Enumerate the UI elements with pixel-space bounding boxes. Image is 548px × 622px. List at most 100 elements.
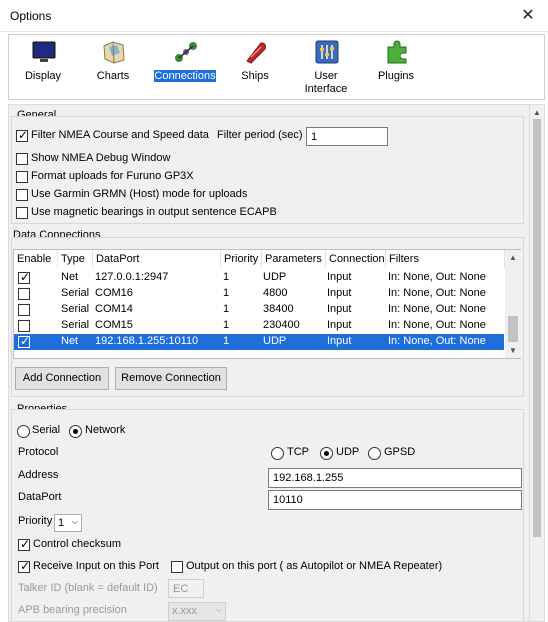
user-interface-icon — [315, 40, 339, 64]
filter-nmea-label: Filter NMEA Course and Speed data — [31, 129, 209, 141]
column-header[interactable]: Type — [58, 250, 93, 268]
enable-checkbox[interactable] — [18, 270, 30, 284]
type-cell: Net — [61, 271, 79, 283]
gpsd-label: GPSD — [384, 446, 416, 458]
receive-input-checkbox[interactable] — [18, 559, 30, 573]
apb-precision-select[interactable]: x.xxx ⌵ — [168, 602, 226, 621]
magnetic-checkbox[interactable] — [16, 207, 28, 219]
type-cell: Net — [61, 335, 79, 347]
table-row[interactable]: Net 127.0.0.1:2947 1 UDP Input In: None,… — [14, 270, 504, 286]
show-debug-checkbox[interactable] — [16, 153, 28, 165]
network-radio[interactable] — [69, 425, 82, 438]
dataport-input[interactable]: 10110 — [268, 490, 522, 510]
enable-checkbox[interactable] — [18, 320, 30, 332]
chevron-down-icon: ⌵ — [71, 517, 78, 526]
priority-select[interactable]: 1 ⌵ — [54, 514, 82, 532]
panel-scroll-thumb[interactable] — [533, 119, 541, 537]
connection-cell: Input — [327, 287, 352, 299]
toolbar-display[interactable]: Display — [11, 35, 75, 99]
column-header[interactable]: Parameters — [262, 250, 326, 268]
toolbar-label-line1: User — [314, 70, 338, 82]
dataport-label: DataPort — [18, 491, 62, 503]
connection-cell: Input — [327, 271, 352, 283]
toolbar-charts[interactable]: Charts — [81, 35, 145, 99]
network-label: Network — [85, 424, 126, 436]
tcp-label: TCP — [287, 446, 309, 458]
output-port-checkbox[interactable] — [171, 561, 183, 573]
scroll-up-icon[interactable]: ▲ — [509, 253, 517, 262]
toolbar-plugins[interactable]: Plugins — [364, 35, 428, 99]
connections-panel: General Filter NMEA Course and Speed dat… — [8, 104, 530, 622]
serial-radio[interactable] — [17, 425, 30, 438]
connections-table: Enable Type DataPort Priority Parameters… — [13, 249, 521, 359]
priority-cell: 1 — [223, 287, 230, 299]
dataport-cell: COM16 — [95, 287, 133, 299]
scroll-up-icon[interactable]: ▲ — [533, 108, 541, 117]
table-row-selected[interactable]: Net 192.168.1.255:10110 1 UDP Input In: … — [14, 334, 504, 350]
table-scrollbar[interactable]: ▲ ▼ — [505, 250, 521, 358]
priority-cell: 1 — [223, 335, 230, 347]
enable-checkbox[interactable] — [18, 288, 30, 300]
enable-checkbox[interactable] — [18, 304, 30, 316]
column-header[interactable]: DataPort — [93, 250, 221, 268]
priority-cell: 1 — [223, 319, 230, 331]
filters-cell: In: None, Out: None — [388, 303, 486, 315]
talker-id-input[interactable]: EC — [168, 579, 204, 598]
remove-connection-button[interactable]: Remove Connection — [115, 367, 227, 390]
protocol-label: Protocol — [18, 446, 59, 458]
toolbar-label: Plugins — [377, 70, 415, 82]
toolbar-user-interface[interactable]: User Interface — [294, 35, 358, 99]
toolbar-label: Connections — [154, 70, 216, 82]
priority-value: 1 — [58, 517, 65, 529]
toolbar-label: Display — [24, 70, 62, 82]
filters-cell: In: None, Out: None — [388, 335, 486, 347]
parameters-cell: UDP — [263, 335, 287, 347]
add-connection-button[interactable]: Add Connection — [15, 367, 109, 390]
garmin-checkbox[interactable] — [16, 189, 28, 201]
charts-icon — [103, 41, 125, 64]
enable-checkbox[interactable] — [18, 334, 30, 348]
type-cell: Serial — [61, 287, 90, 299]
filter-period-label: Filter period (sec) — [217, 129, 303, 141]
gpsd-radio[interactable] — [368, 447, 381, 460]
table-scroll-thumb[interactable] — [508, 316, 518, 342]
address-input[interactable]: 192.168.1.255 — [268, 468, 522, 488]
column-header[interactable]: Priority — [221, 250, 262, 268]
panel-scrollbar[interactable]: ▲ — [530, 104, 545, 622]
parameters-cell: 38400 — [263, 303, 294, 315]
parameters-cell: 230400 — [263, 319, 300, 331]
table-row[interactable]: Serial COM14 1 38400 Input In: None, Out… — [14, 302, 504, 318]
furuno-label: Format uploads for Furuno GP3X — [31, 170, 194, 182]
dataport-cell: COM14 — [95, 303, 133, 315]
toolbar-connections[interactable]: Connections — [153, 35, 217, 99]
column-header[interactable]: Connection — [326, 250, 386, 268]
control-checksum-checkbox[interactable] — [18, 537, 30, 551]
apb-precision-value: x.xxx — [172, 605, 198, 617]
table-row[interactable]: Serial COM16 1 4800 Input In: None, Out:… — [14, 286, 504, 302]
connection-cell: Input — [327, 303, 352, 315]
parameters-cell: 4800 — [263, 287, 288, 299]
talker-id-label: Talker ID (blank = default ID) — [18, 582, 158, 594]
column-header[interactable]: Filters — [386, 250, 505, 268]
table-row[interactable]: Serial COM15 1 230400 Input In: None, Ou… — [14, 318, 504, 334]
tcp-radio[interactable] — [271, 447, 284, 460]
priority-cell: 1 — [223, 271, 230, 283]
filters-cell: In: None, Out: None — [388, 287, 486, 299]
type-cell: Serial — [61, 319, 90, 331]
udp-radio[interactable] — [320, 447, 333, 460]
toolbar-label: Charts — [96, 70, 130, 82]
filter-nmea-checkbox[interactable] — [16, 128, 28, 142]
scroll-down-icon[interactable]: ▼ — [509, 346, 517, 355]
filters-cell: In: None, Out: None — [388, 319, 486, 331]
close-icon[interactable]: ✕ — [518, 6, 538, 26]
garmin-label: Use Garmin GRMN (Host) mode for uploads — [31, 188, 248, 200]
toolbar-ships[interactable]: Ships — [223, 35, 287, 99]
furuno-checkbox[interactable] — [16, 171, 28, 183]
column-header[interactable]: Enable — [14, 250, 58, 268]
control-checksum-label: Control checksum — [33, 538, 122, 550]
filter-period-input[interactable]: 1 — [306, 127, 388, 146]
title-bar: Options ✕ — [0, 0, 548, 32]
dataport-cell: 127.0.0.1:2947 — [95, 271, 169, 283]
display-icon — [32, 41, 56, 62]
toolbar-label-line2: Interface — [304, 83, 348, 95]
